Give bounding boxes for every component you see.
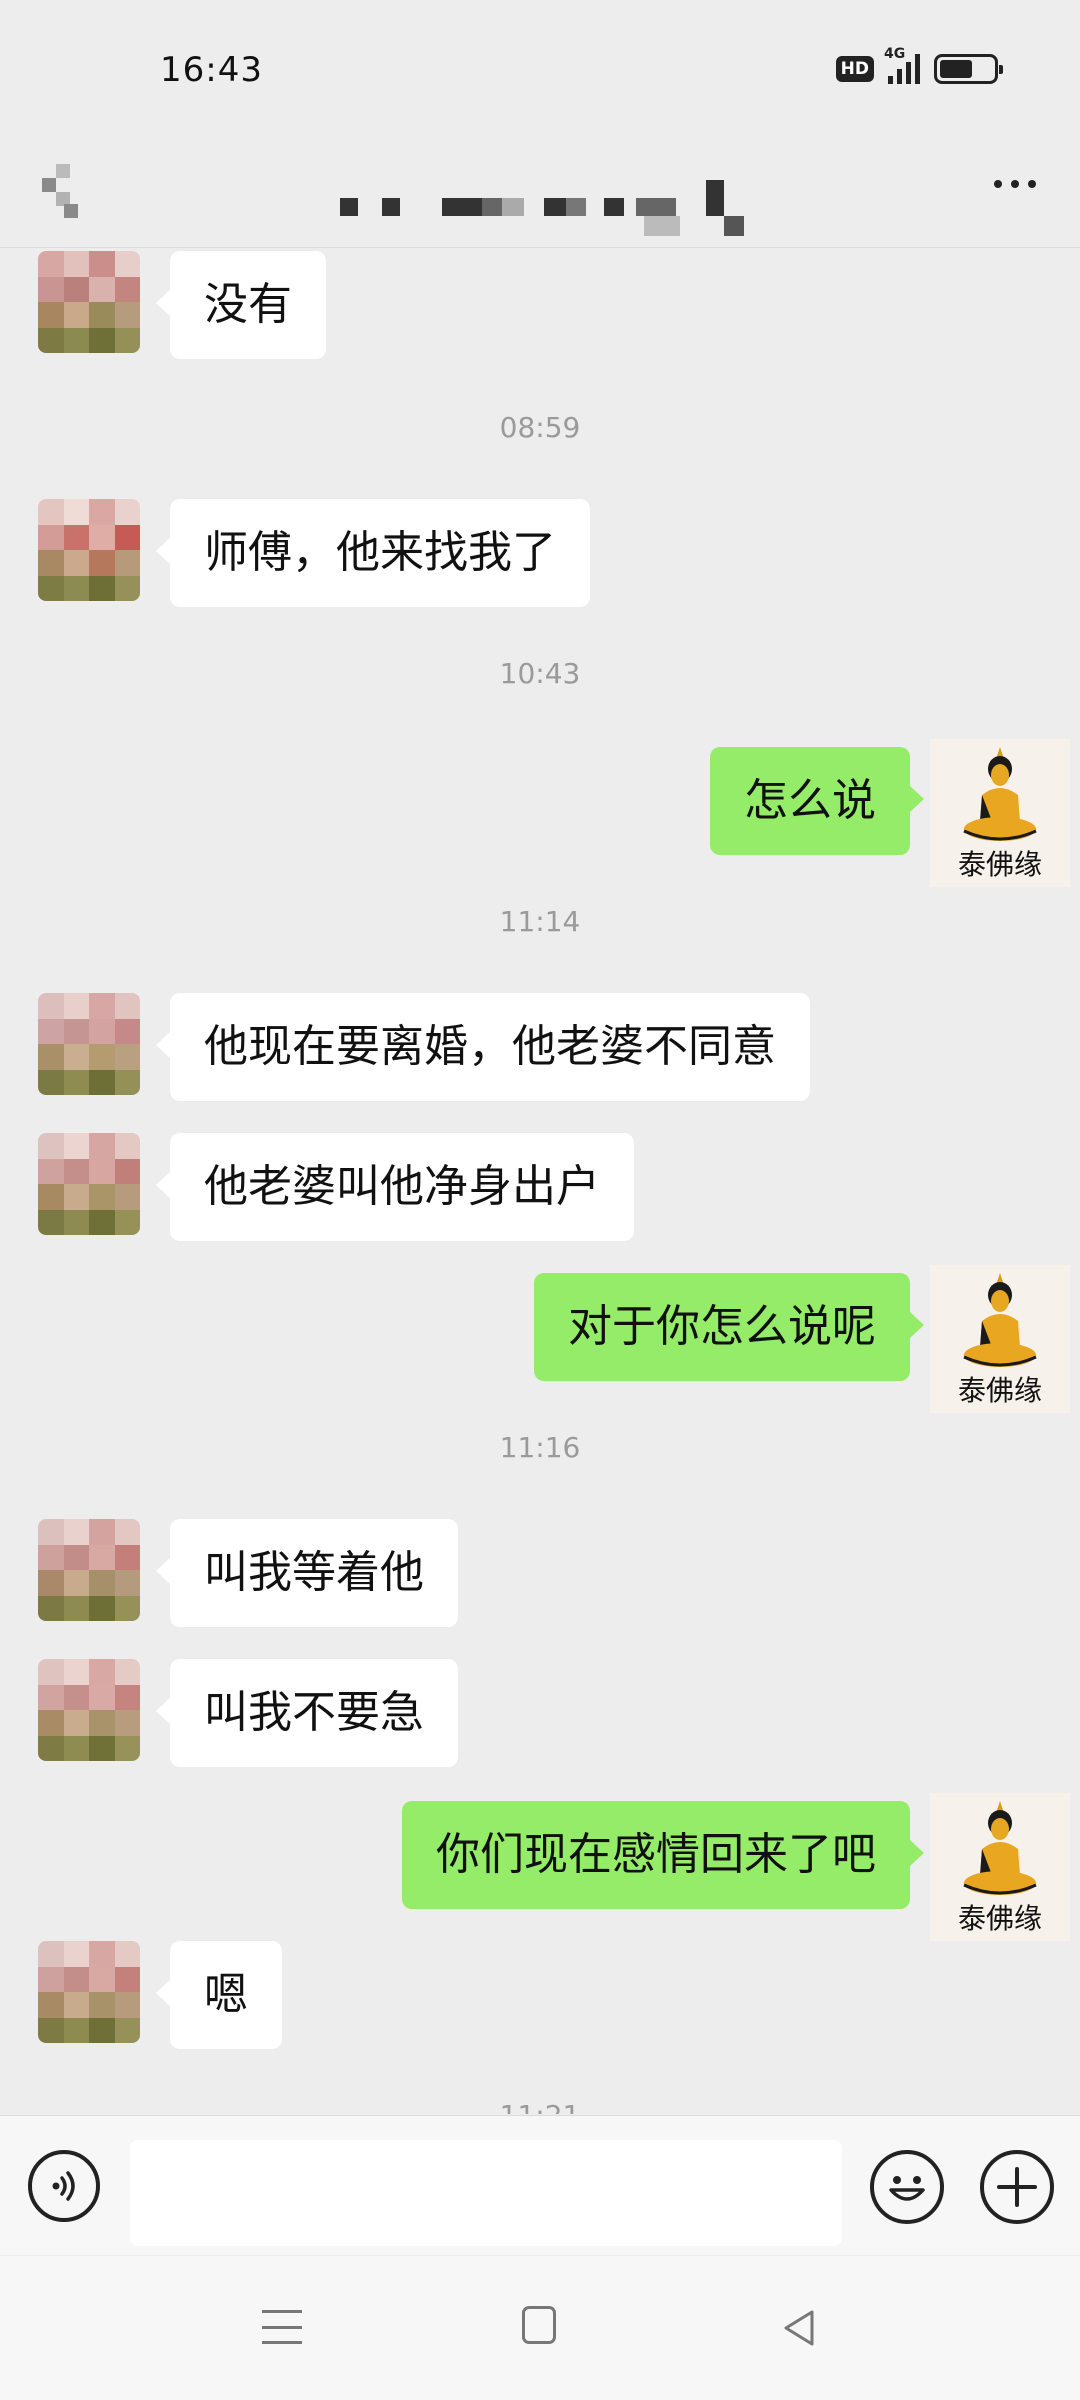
back-arrow-icon[interactable] [38,160,82,228]
avatar-caption: 泰佛缘 [957,1902,1042,1935]
input-bar [0,2115,1080,2255]
contact-avatar[interactable] [38,1659,140,1761]
message-list[interactable]: 没有 08:59 师傅，他来找我了 10:43 怎么说 泰佛缘 11:14 他现… [0,249,1080,2114]
contact-avatar[interactable] [38,993,140,1095]
contact-avatar[interactable] [38,1941,140,2043]
system-nav-bar [0,2256,1080,2400]
chat-title-blurred [340,158,760,236]
outgoing-message[interactable]: 对于你怎么说呢 [534,1273,924,1381]
battery-icon [934,54,1003,84]
network-type: 4G [884,46,906,62]
incoming-message[interactable]: 嗯 [156,1941,282,2049]
incoming-message[interactable]: 他老婆叫他净身出户 [156,1133,634,1241]
incoming-message[interactable]: 没有 [156,251,326,359]
more-dots-icon[interactable] [994,180,1036,188]
buddha-icon [963,1273,1037,1367]
contact-avatar[interactable] [38,499,140,601]
timestamp: 11:14 [499,905,581,938]
chat-header [0,140,1080,248]
emoji-icon[interactable] [870,2150,944,2224]
outgoing-message[interactable]: 怎么说 [710,747,924,855]
contact-avatar[interactable] [38,251,140,353]
battery-level [940,60,973,78]
plus-icon[interactable] [980,2150,1054,2224]
timestamp: 10:43 [499,657,581,690]
status-icons: HD 4G [835,46,1003,84]
signal-icon: 4G [884,46,920,84]
incoming-message[interactable]: 叫我不要急 [156,1659,458,1767]
message-input[interactable] [130,2140,842,2246]
home-icon[interactable] [522,2306,556,2344]
avatar-caption: 泰佛缘 [957,848,1042,881]
avatar-caption: 泰佛缘 [957,1374,1042,1407]
timestamp: 08:59 [499,411,581,444]
buddha-icon [963,747,1037,841]
my-avatar[interactable]: 泰佛缘 [930,739,1070,887]
incoming-message[interactable]: 叫我等着他 [156,1519,458,1627]
voice-icon[interactable] [28,2150,100,2222]
status-bar: 16:43 HD 4G [0,0,1080,140]
my-avatar[interactable]: 泰佛缘 [930,1793,1070,1941]
contact-avatar[interactable] [38,1133,140,1235]
timestamp: 11:21 [0,2099,1080,2114]
status-time: 16:43 [160,50,263,90]
buddha-icon [963,1801,1037,1895]
my-avatar[interactable]: 泰佛缘 [930,1265,1070,1413]
hd-badge: HD [835,56,874,82]
back-triangle-icon[interactable] [780,2308,816,2348]
incoming-message[interactable]: 他现在要离婚，他老婆不同意 [156,993,810,1101]
timestamp: 11:16 [499,1431,581,1464]
menu-icon[interactable] [262,2310,302,2344]
outgoing-message[interactable]: 你们现在感情回来了吧 [402,1801,924,1909]
chat-title [340,158,341,159]
contact-avatar[interactable] [38,1519,140,1621]
incoming-message[interactable]: 师傅，他来找我了 [156,499,590,607]
